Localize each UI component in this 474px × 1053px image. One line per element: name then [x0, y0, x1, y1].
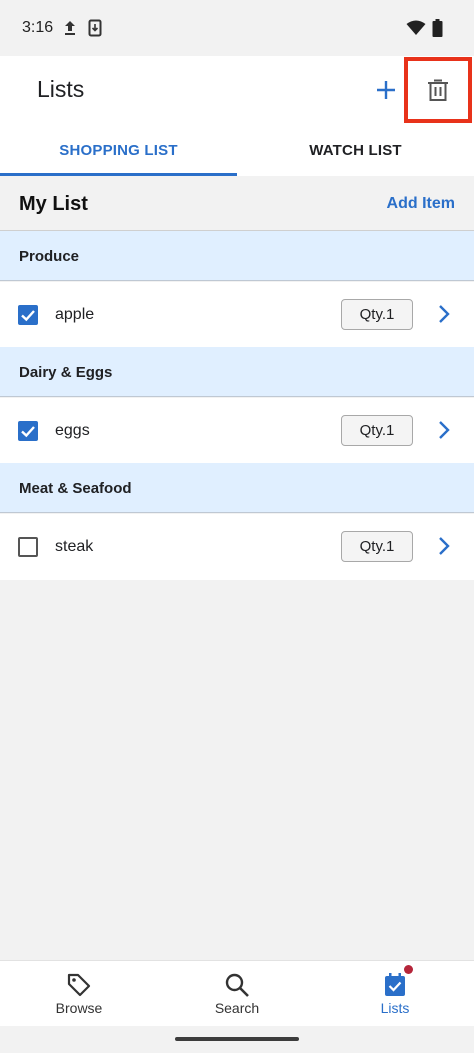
- quantity-button[interactable]: Qty.1: [341, 299, 413, 330]
- category-label: Produce: [19, 248, 80, 265]
- nav-label: Lists: [380, 1000, 410, 1016]
- add-item-button[interactable]: Add Item: [387, 195, 455, 213]
- list-title: My List: [19, 193, 88, 215]
- tab-watch-list[interactable]: WATCH LIST: [237, 124, 474, 176]
- checkmark-icon: [21, 310, 35, 322]
- nav-label: Search: [214, 1000, 260, 1016]
- search-icon: [224, 972, 250, 998]
- add-list-button[interactable]: [370, 72, 402, 108]
- item-checkbox[interactable]: [18, 537, 38, 557]
- checkmark-icon: [21, 426, 35, 438]
- bottom-nav: Browse Search Lists: [0, 960, 474, 1026]
- sim-download-icon: [88, 19, 102, 42]
- app-bar: Lists: [0, 56, 474, 124]
- nav-label: Browse: [55, 1000, 103, 1016]
- item-name: steak: [55, 538, 94, 555]
- list-item[interactable]: steak Qty.1: [0, 514, 474, 580]
- item-checkbox[interactable]: [18, 421, 38, 441]
- item-checkbox[interactable]: [18, 305, 38, 325]
- plus-icon: [377, 81, 395, 99]
- nav-browse[interactable]: Browse: [0, 961, 158, 1026]
- status-time: 3:16: [22, 19, 54, 36]
- nav-search[interactable]: Search: [158, 961, 316, 1026]
- list-item[interactable]: eggs Qty.1: [0, 398, 474, 464]
- tag-icon: [66, 972, 92, 998]
- calendar-check-icon: [382, 972, 408, 998]
- battery-icon: [432, 19, 443, 42]
- upload-icon: [63, 19, 77, 42]
- item-name: eggs: [55, 422, 90, 439]
- page-title: Lists: [37, 76, 85, 102]
- chevron-right-icon[interactable]: [438, 420, 450, 445]
- quantity-button[interactable]: Qty.1: [341, 531, 413, 562]
- item-name: apple: [55, 306, 95, 323]
- category-header-meat-seafood: Meat & Seafood: [0, 463, 474, 513]
- notification-badge: [404, 965, 413, 974]
- category-label: Meat & Seafood: [19, 480, 132, 497]
- list-item[interactable]: apple Qty.1: [0, 282, 474, 348]
- quantity-button[interactable]: Qty.1: [341, 415, 413, 446]
- wifi-icon: [406, 20, 426, 41]
- tab-shopping-list[interactable]: SHOPPING LIST: [0, 124, 237, 176]
- status-bar: 3:16: [0, 0, 474, 56]
- nav-lists[interactable]: Lists: [316, 961, 474, 1026]
- chevron-right-icon[interactable]: [438, 304, 450, 329]
- trash-icon: [428, 79, 448, 101]
- gesture-area: [0, 1026, 474, 1053]
- gesture-handle[interactable]: [175, 1037, 299, 1041]
- delete-button[interactable]: [404, 57, 472, 123]
- list-tabs: SHOPPING LIST WATCH LIST: [0, 124, 474, 176]
- list-header: My List Add Item: [0, 176, 474, 231]
- category-label: Dairy & Eggs: [19, 364, 113, 381]
- chevron-right-icon[interactable]: [438, 536, 450, 561]
- category-header-dairy-eggs: Dairy & Eggs: [0, 347, 474, 397]
- category-header-produce: Produce: [0, 231, 474, 281]
